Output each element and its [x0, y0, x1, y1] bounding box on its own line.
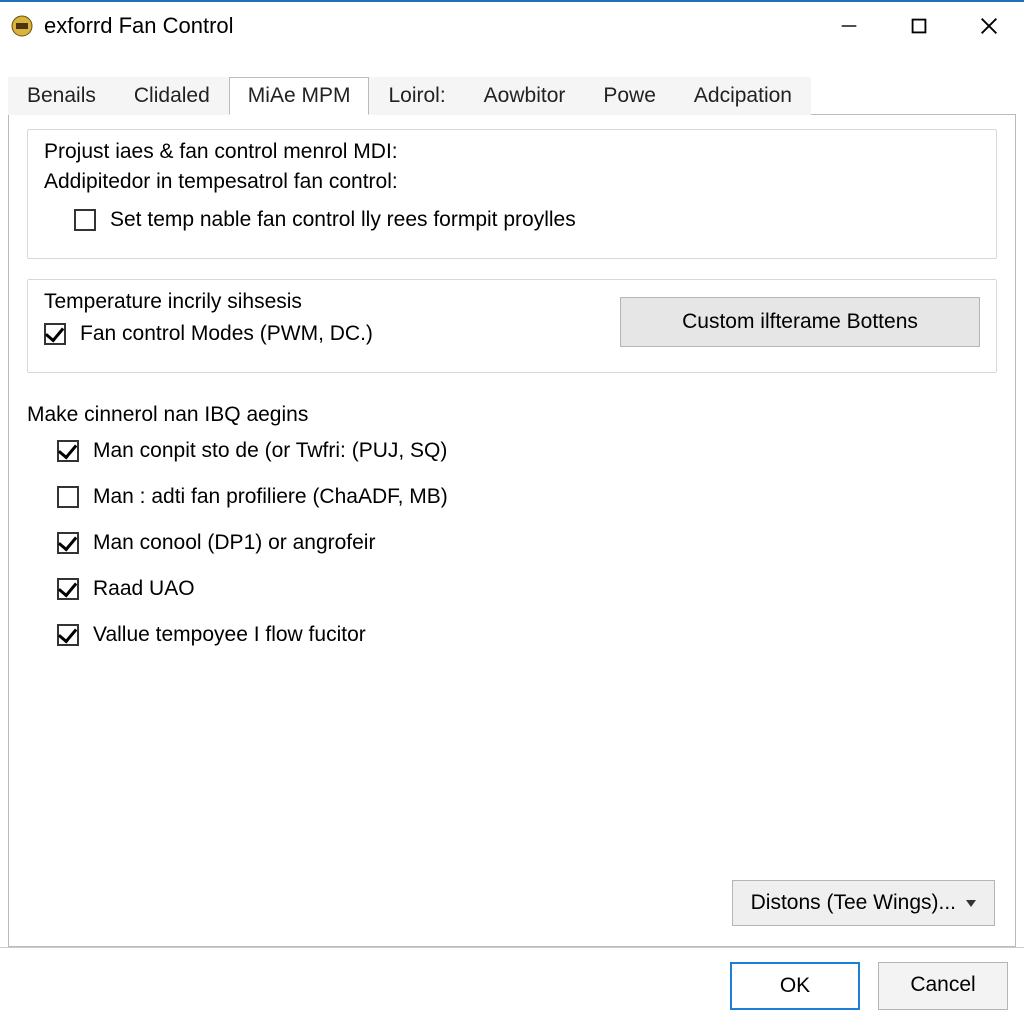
list-item: Man conpit sto de (or Twfri: (PUJ, SQ): [57, 439, 997, 463]
window-title: exforrd Fan Control: [44, 13, 814, 39]
ok-button[interactable]: OK: [730, 962, 860, 1010]
checkbox-label: Set temp nable fan control lly rees form…: [110, 208, 576, 232]
checkbox-label: Man conpit sto de (or Twfri: (PUJ, SQ): [93, 439, 447, 463]
group1-legend: Projust iaes & fan control menrol MDI:: [44, 140, 980, 164]
app-window: exforrd Fan Control BenailsClidaledMiAe …: [0, 0, 1024, 1024]
maximize-button[interactable]: [884, 2, 954, 50]
cancel-button[interactable]: Cancel: [878, 962, 1008, 1010]
dropdown-label: Distons (Tee Wings)...: [751, 891, 956, 915]
group2-legend: Temperature incrily sihsesis: [44, 290, 600, 314]
checkbox-item-2[interactable]: [57, 532, 79, 554]
checks-list: Man conpit sto de (or Twfri: (PUJ, SQ) Ma…: [57, 439, 997, 647]
checkbox-label: Fan control Modes (PWM, DC.): [80, 322, 373, 346]
list-item: Vallue tempoyee I flow fucitor: [57, 623, 997, 647]
tab-benails[interactable]: Benails: [8, 77, 115, 115]
check-row-set-temp: Set temp nable fan control lly rees form…: [74, 208, 980, 232]
window-controls: [814, 2, 1024, 50]
custom-ilfterame-button[interactable]: Custom ilfterame Bottens: [620, 297, 980, 347]
content-area: BenailsClidaledMiAe MPMLoirol:AowbitorPo…: [0, 50, 1024, 947]
checkbox-item-0[interactable]: [57, 440, 79, 462]
section-title: Make cinnerol nan IBQ aegins: [27, 403, 997, 427]
check-row-fan-modes: Fan control Modes (PWM, DC.): [44, 322, 600, 346]
checkbox-label: Man : adti fan profiliere (ChaADF, MB): [93, 485, 448, 509]
group1-sublabel: Addipitedor in tempesatrol fan control:: [44, 170, 980, 194]
minimize-button[interactable]: [814, 2, 884, 50]
dialog-footer: OK Cancel: [0, 947, 1024, 1024]
app-icon: [10, 14, 34, 38]
tab-adcipation[interactable]: Adcipation: [675, 77, 811, 115]
chevron-down-icon: [966, 900, 976, 907]
checkbox-set-temp[interactable]: [74, 209, 96, 231]
checkbox-fan-modes[interactable]: [44, 323, 66, 345]
close-button[interactable]: [954, 2, 1024, 50]
checkbox-item-4[interactable]: [57, 624, 79, 646]
checkbox-label: Man conool (DP1) or angrofeir: [93, 531, 375, 555]
tab-miae-mpm[interactable]: MiAe MPM: [229, 77, 370, 115]
titlebar: exforrd Fan Control: [0, 2, 1024, 50]
tab-panel: Projust iaes & fan control menrol MDI: A…: [8, 114, 1016, 947]
checkbox-label: Vallue tempoyee I flow fucitor: [93, 623, 366, 647]
checkbox-item-3[interactable]: [57, 578, 79, 600]
list-item: Raad UAO: [57, 577, 997, 601]
group-project-fan-control: Projust iaes & fan control menrol MDI: A…: [27, 129, 997, 259]
checkbox-label: Raad UAO: [93, 577, 195, 601]
tab-loirol-[interactable]: Loirol:: [369, 77, 464, 115]
group-temperature-incrily: Temperature incrily sihsesis Fan control…: [27, 279, 997, 373]
section-make-cinnerol: Make cinnerol nan IBQ aegins Man conpit …: [27, 393, 997, 669]
list-item: Man conool (DP1) or angrofeir: [57, 531, 997, 555]
tab-powe[interactable]: Powe: [584, 77, 675, 115]
tab-clidaled[interactable]: Clidaled: [115, 77, 229, 115]
distons-dropdown[interactable]: Distons (Tee Wings)...: [732, 880, 995, 926]
tab-aowbitor[interactable]: Aowbitor: [465, 77, 585, 115]
list-item: Man : adti fan profiliere (ChaADF, MB): [57, 485, 997, 509]
checkbox-item-1[interactable]: [57, 486, 79, 508]
tab-strip: BenailsClidaledMiAe MPMLoirol:AowbitorPo…: [8, 76, 1016, 114]
